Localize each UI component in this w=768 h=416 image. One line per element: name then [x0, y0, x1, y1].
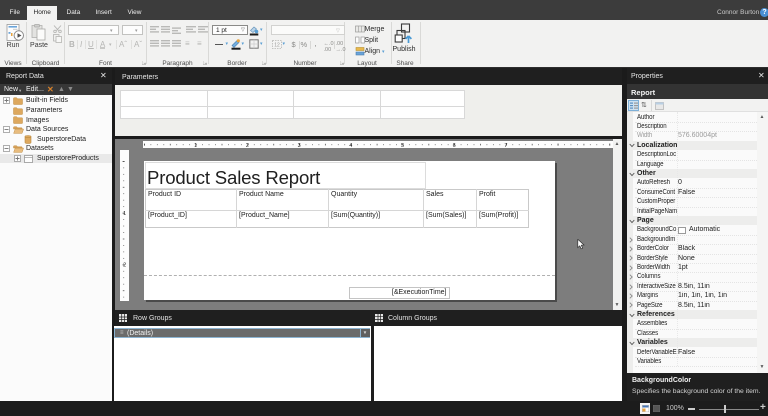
- svg-text:2: 2: [123, 263, 126, 269]
- svg-text:4: 4: [349, 143, 352, 148]
- svg-text:1: 1: [123, 211, 126, 217]
- svg-text:1: 1: [194, 143, 197, 148]
- svg-text:3: 3: [298, 143, 301, 148]
- svg-text:12: 12: [274, 42, 280, 48]
- svg-text:6: 6: [453, 143, 456, 148]
- svg-text:5: 5: [401, 143, 404, 148]
- svg-text:2: 2: [246, 143, 249, 148]
- svg-text:7: 7: [504, 143, 507, 148]
